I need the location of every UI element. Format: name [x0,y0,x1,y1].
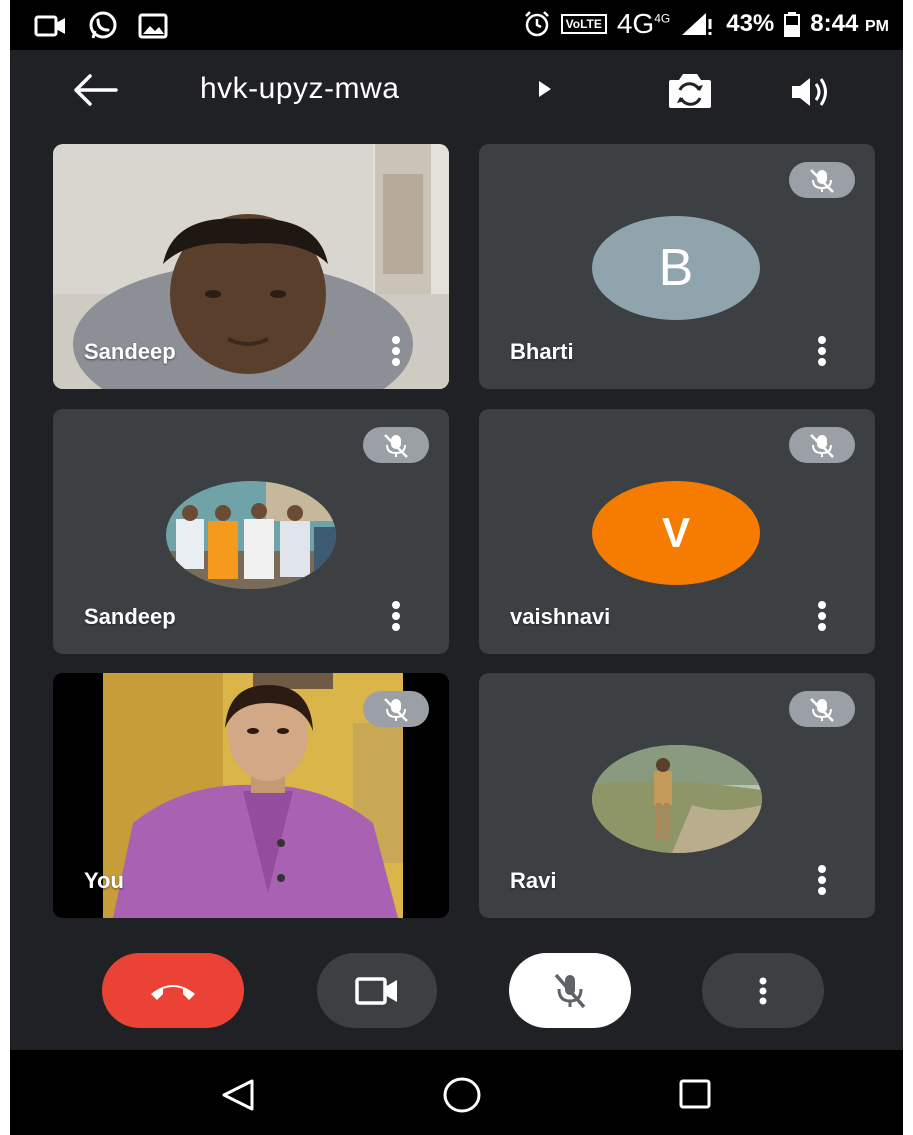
participant-name: vaishnavi [510,604,611,629]
volte-badge: VoLTE [560,14,607,34]
speaker-icon[interactable] [788,72,832,112]
switch-camera-icon[interactable] [665,68,715,112]
video-icon [355,976,397,1005]
participant-tile[interactable]: Ravi [479,673,875,918]
participant-tile[interactable]: Sandeep [53,409,449,654]
more-options-icon[interactable] [389,600,403,632]
participant-tile[interactable]: Sandeep [53,144,449,389]
call-header: hvk-upyz-mwa [10,50,903,135]
mic-off-icon [810,698,834,722]
clock: 8:44 PM [810,10,889,37]
muted-badge [363,691,429,727]
status-bar: VoLTE 4G4G 43% 8:44 PM [10,0,903,50]
participant-tile[interactable]: B Bharti [479,144,875,389]
more-options-icon[interactable] [815,335,829,367]
gallery-icon [138,13,168,39]
participant-name: You [84,868,124,893]
more-options-button[interactable] [702,953,824,1028]
muted-badge [789,162,855,198]
meet-screen: VoLTE 4G4G 43% 8:44 PM hvk-upyz-mwa Sand… [10,0,903,1135]
whatsapp-icon [89,11,117,39]
more-options-icon[interactable] [815,864,829,896]
participant-name: Ravi [510,868,557,893]
participant-name: Sandeep [84,604,176,629]
video-notification-icon [34,15,65,37]
avatar: V [592,481,760,585]
participant-tile[interactable]: V vaishnavi [479,409,875,654]
mic-off-icon [810,169,834,193]
participant-name: Bharti [510,339,574,364]
more-options-icon[interactable] [815,600,829,632]
nav-home-icon[interactable] [442,1076,482,1114]
signal-icon [682,13,712,35]
muted-badge [789,691,855,727]
muted-badge [789,427,855,463]
mic-off-icon [384,434,408,458]
caret-right-icon[interactable] [535,77,555,101]
meeting-code[interactable]: hvk-upyz-mwa [200,72,399,106]
battery-percent: 43% [726,10,775,37]
end-call-button[interactable] [102,953,244,1028]
alarm-icon [524,11,549,37]
end-call-icon [151,984,195,1000]
network-type: 4G4G [616,8,671,39]
avatar: B [592,216,760,320]
navigation-bar [10,1050,903,1135]
muted-badge [363,427,429,463]
mic-off-icon [554,973,586,1008]
participant-name: Sandeep [84,339,176,364]
battery-icon [784,12,801,37]
more-icon [759,977,767,1004]
photo-avatar [592,745,762,853]
nav-back-icon[interactable] [220,1078,256,1112]
toggle-mic-button[interactable] [509,953,631,1028]
back-arrow-icon[interactable] [70,70,120,110]
participant-tile[interactable]: You [53,673,449,918]
mic-off-icon [384,698,408,722]
nav-recents-icon[interactable] [678,1078,712,1110]
toggle-video-button[interactable] [317,953,437,1028]
more-options-icon[interactable] [389,335,403,367]
call-controls [10,948,903,1033]
group-photo-avatar [166,481,336,589]
mic-off-icon [810,434,834,458]
